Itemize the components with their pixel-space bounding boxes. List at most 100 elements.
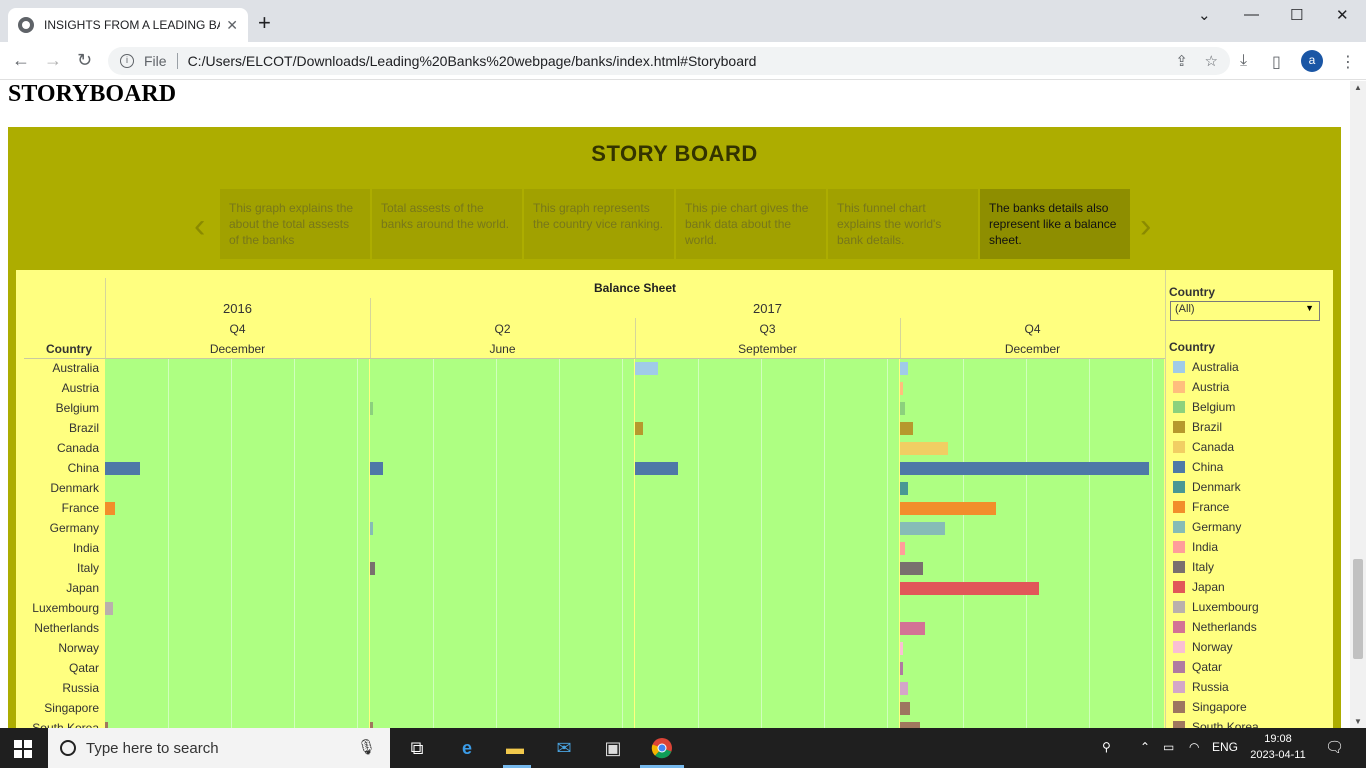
chevron-down-icon[interactable]: ⌄ (1198, 6, 1211, 24)
scroll-down-icon[interactable]: ▼ (1354, 717, 1362, 726)
legend-label: Australia (1192, 360, 1239, 374)
legend-item[interactable]: India (1173, 540, 1218, 554)
story-point[interactable]: This pie chart gives the bank data about… (676, 189, 826, 259)
close-tab-icon[interactable]: ✕ (226, 17, 238, 34)
side-panel-icon[interactable]: ▯ (1272, 52, 1281, 72)
notifications-icon[interactable]: 🗨 (1325, 738, 1344, 756)
wifi-icon[interactable]: ◠ (1189, 740, 1199, 754)
bar[interactable] (900, 562, 923, 575)
bar[interactable] (900, 362, 908, 375)
legend-label: Canada (1192, 440, 1235, 454)
bar[interactable] (370, 522, 373, 535)
legend-item[interactable]: France (1173, 500, 1229, 514)
back-button[interactable]: ← (12, 50, 30, 71)
legend-item[interactable]: Belgium (1173, 400, 1235, 414)
legend-item[interactable]: Singapore (1173, 700, 1247, 714)
bar[interactable] (900, 682, 908, 695)
legend-label: Russia (1192, 680, 1229, 694)
microphone-icon[interactable]: 🎙 (357, 738, 376, 756)
bar[interactable] (900, 402, 905, 415)
profile-avatar[interactable]: a (1301, 50, 1323, 72)
chevron-up-icon[interactable]: ⌃ (1140, 740, 1150, 754)
bar[interactable] (370, 562, 375, 575)
country-row-label: Norway (58, 641, 99, 655)
scroll-up-icon[interactable]: ▲ (1354, 83, 1362, 92)
bar[interactable] (900, 502, 996, 515)
legend-item[interactable]: Russia (1173, 680, 1229, 694)
bar[interactable] (105, 462, 140, 475)
bar[interactable] (370, 462, 383, 475)
forward-button[interactable]: → (44, 50, 62, 71)
close-window-button[interactable]: ✕ (1336, 6, 1349, 24)
taskbar-search[interactable]: Type here to search 🎙 (48, 728, 390, 768)
info-icon[interactable]: i (120, 54, 134, 68)
bar[interactable] (105, 502, 115, 515)
maximize-button[interactable]: ☐ (1290, 6, 1303, 24)
bar[interactable] (105, 602, 113, 615)
language-indicator[interactable]: ENG (1212, 740, 1238, 754)
bar[interactable] (900, 702, 910, 715)
browser-tab[interactable]: INSIGHTS FROM A LEADING BAN ✕ (8, 8, 248, 42)
scrollbar-thumb[interactable] (1353, 559, 1363, 659)
legend-item[interactable]: Netherlands (1173, 620, 1257, 634)
story-point-active[interactable]: The banks details also represent like a … (980, 189, 1130, 259)
bar[interactable] (900, 622, 925, 635)
download-icon[interactable]: ⤓ (1240, 52, 1247, 70)
legend-item[interactable]: Brazil (1173, 420, 1222, 434)
legend-item[interactable]: Germany (1173, 520, 1241, 534)
bar[interactable] (900, 662, 903, 675)
legend-item[interactable]: China (1173, 460, 1223, 474)
bar[interactable] (635, 362, 658, 375)
windows-start-icon[interactable] (14, 740, 32, 758)
next-arrow-icon[interactable]: › (1140, 207, 1151, 246)
previous-arrow-icon[interactable]: ‹ (194, 207, 205, 246)
legend-item[interactable]: Luxembourg (1173, 600, 1259, 614)
chrome-icon[interactable] (650, 736, 674, 760)
address-bar[interactable]: i File C:/Users/ELCOT/Downloads/Leading%… (108, 47, 1230, 75)
bar[interactable] (900, 642, 903, 655)
url-text[interactable]: C:/Users/ELCOT/Downloads/Leading%20Banks… (188, 53, 757, 69)
legend-item[interactable]: Qatar (1173, 660, 1222, 674)
bar[interactable] (900, 522, 945, 535)
edge-icon[interactable]: e (455, 736, 479, 760)
legend-item[interactable]: Japan (1173, 580, 1225, 594)
page-scrollbar[interactable]: ▲ ▼ (1350, 81, 1366, 728)
bar[interactable] (900, 542, 905, 555)
share-icon[interactable]: ⇪ ☆ (1175, 52, 1218, 70)
new-tab-button[interactable]: + (258, 12, 271, 34)
story-point[interactable]: This funnel chart explains the world's b… (828, 189, 978, 259)
legend-item[interactable]: Norway (1173, 640, 1233, 654)
bar[interactable] (900, 422, 913, 435)
country-row-label: Austria (61, 381, 99, 395)
legend-item[interactable]: Canada (1173, 440, 1234, 454)
gridline (824, 359, 825, 728)
store-icon[interactable]: ▣ (601, 736, 625, 760)
bar[interactable] (900, 382, 903, 395)
story-point[interactable]: This graph represents the country vice r… (524, 189, 674, 259)
file-explorer-icon[interactable]: ▬ (503, 736, 527, 760)
minimize-button[interactable]: — (1244, 6, 1259, 23)
task-view-icon[interactable]: ⧉ (405, 736, 429, 760)
bar[interactable] (635, 462, 678, 475)
bar[interactable] (370, 402, 373, 415)
bar[interactable] (635, 422, 643, 435)
menu-icon[interactable]: ⋮ (1340, 52, 1356, 72)
story-point[interactable]: This graph explains the about the total … (220, 189, 370, 259)
people-icon[interactable]: ⚲ (1102, 740, 1111, 754)
bar[interactable] (900, 442, 948, 455)
bar[interactable] (900, 462, 1149, 475)
legend-swatch (1173, 721, 1185, 728)
taskbar-clock[interactable]: 19:08 2023-04-11 (1248, 731, 1308, 763)
battery-icon[interactable]: ▭ (1163, 740, 1174, 754)
legend-item[interactable]: Italy (1173, 560, 1214, 574)
legend-item[interactable]: South Korea (1173, 720, 1259, 728)
legend-item[interactable]: Austria (1173, 380, 1229, 394)
story-point[interactable]: Total assests of the banks around the wo… (372, 189, 522, 259)
legend-item[interactable]: Denmark (1173, 480, 1241, 494)
country-filter-select[interactable]: (All) ▼ (1170, 301, 1320, 321)
reload-button[interactable]: ↻ (77, 50, 92, 71)
bar[interactable] (900, 582, 1039, 595)
mail-icon[interactable]: ✉ (552, 736, 576, 760)
legend-item[interactable]: Australia (1173, 360, 1239, 374)
bar[interactable] (900, 482, 908, 495)
